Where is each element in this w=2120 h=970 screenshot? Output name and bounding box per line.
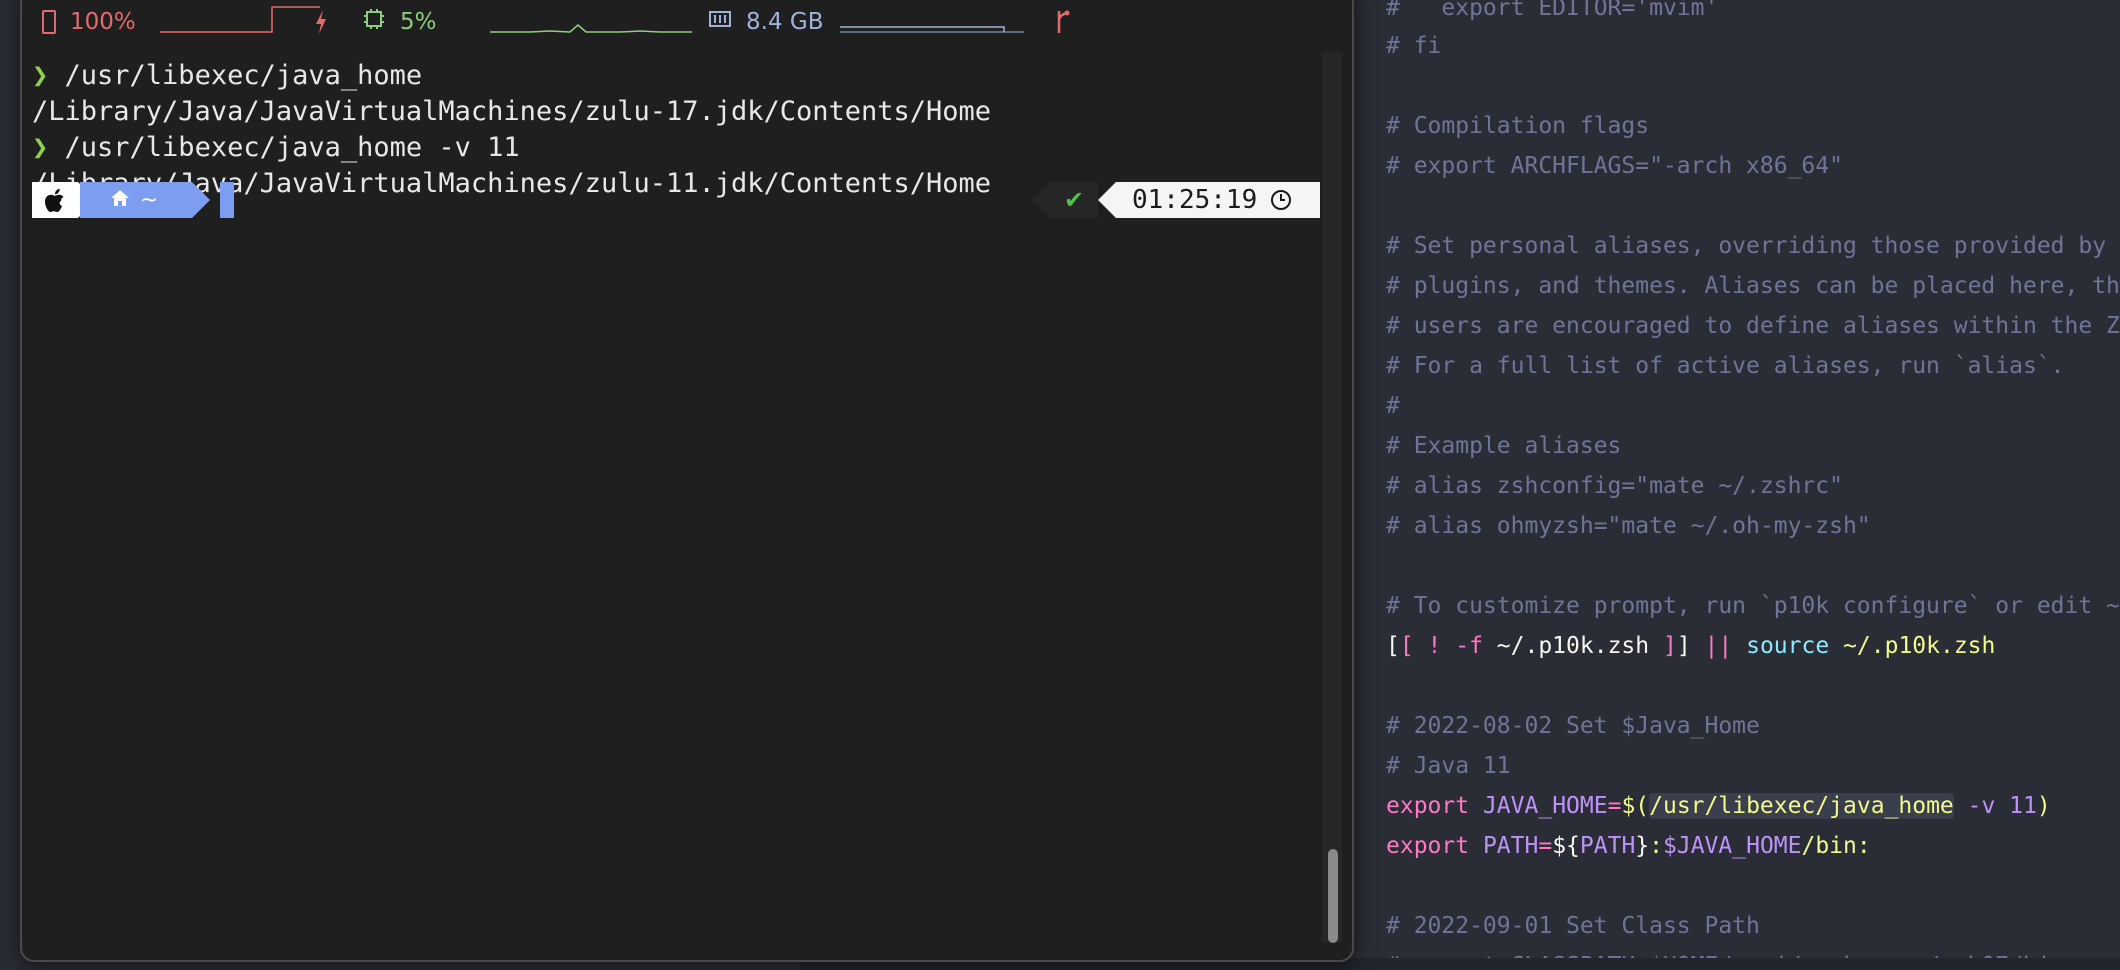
home-icon [110,188,130,213]
code-line: # users are encouraged to define aliases… [1386,313,2120,339]
tmux-status-bar: 100% 5% 8.4 GB [22,2,1352,42]
memory-usage: 8.4 GB [746,9,824,35]
code-line: # plugins, and themes. Aliases can be pl… [1386,273,2120,299]
right-prompt: ✔ 01:25:19 [1032,182,1320,218]
code-line: # For a full list of active aliases, run… [1386,353,2065,379]
code-line: # Example aliases [1386,433,1622,459]
code-line: # To customize prompt, run `p10k configu… [1386,593,2120,619]
memory-sparkline [840,26,1024,33]
prompt-directory: ~ [80,182,210,218]
command-text: /usr/libexec/java_home [48,60,423,91]
scrollbar-thumb[interactable] [1328,849,1338,943]
code-line: # 2022-08-02 Set $Java_Home [1386,713,1760,739]
terminal-window[interactable]: 100% 5% 8.4 GB ❯ /usr/libexec/java_home … [20,0,1354,962]
terminal-command-line: ❯ /usr/libexec/java_home -v 11 [32,130,520,166]
clock-icon [1271,190,1292,210]
branch-icon [1054,2,1072,42]
battery-sparkline [160,6,320,33]
time-label: 01:25:19 [1132,185,1258,215]
terminal-command-line: ❯ /usr/libexec/java_home [32,58,422,94]
code-line: # Java 11 [1386,753,1511,779]
apple-icon [32,182,96,218]
cpu-percent: 5% [400,9,437,35]
battery-percent: 100% [70,9,136,35]
code-line: # Set personal aliases, overriding those… [1386,233,2120,259]
scrollbar-track[interactable] [1322,52,1342,942]
check-icon: ✔ [1032,182,1098,218]
cpu-icon [362,7,386,37]
terminal-cursor[interactable] [220,182,234,218]
prompt-arrow: ❯ [32,132,49,163]
prompt-arrow: ❯ [32,60,49,91]
code-line-highlighted: export PATH=${PATH}:$JAVA_HOME/bin: [1386,833,1871,859]
cpu-sparkline [490,24,692,33]
memory-icon [708,9,732,35]
code-line: # Compilation flags [1386,113,1650,139]
code-line-highlighted: export JAVA_HOME=$(/usr/libexec/java_hom… [1386,793,2051,819]
prompt-time: 01:25:19 [1098,182,1320,218]
bolt-icon [314,2,328,42]
code-line: # export EDITOR='mvim' [1386,0,1719,21]
code-line: # 2022-09-01 Set Class Path [1386,913,1760,939]
code-line: # fi [1386,33,1442,59]
code-line-highlighted: [[ ! -f ~/.p10k.zsh ]] || source ~/.p10k… [1386,633,1996,659]
code-line: # export ARCHFLAGS="-arch x86_64" [1386,153,1843,179]
command-text: /usr/libexec/java_home -v 11 [48,132,520,163]
code-line: # alias zshconfig="mate ~/.zshrc" [1386,473,1843,499]
code-line: # [1386,393,1400,419]
cpu-status: 5% [362,2,437,42]
memory-status: 8.4 GB [708,2,824,42]
battery-status: 100% [42,2,136,42]
battery-icon [42,10,56,34]
code-editor-pane[interactable]: # export EDITOR='mvim' # fi # Compilatio… [1290,0,2120,970]
directory-label: ~ [140,187,159,213]
terminal-output-line: /Library/Java/JavaVirtualMachines/zulu-1… [32,96,992,127]
code-line: # alias ohmyzsh="mate ~/.oh-my-zsh" [1386,513,1871,539]
